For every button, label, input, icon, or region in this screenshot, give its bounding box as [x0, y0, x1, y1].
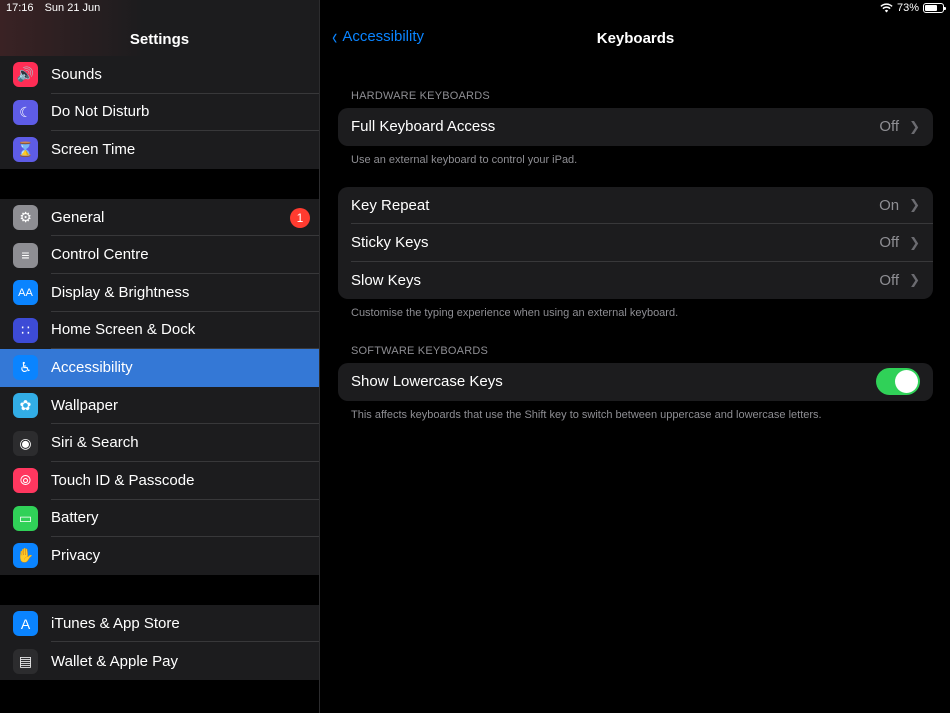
- battery-icon: [923, 3, 946, 13]
- status-date: Sun 21 Jun: [44, 2, 101, 14]
- notification-badge: 1: [290, 207, 310, 228]
- sidebar-item-label: Wallpaper: [51, 387, 319, 425]
- sidebar-item-label: Display & Brightness: [51, 274, 319, 312]
- chevron-right-icon: ❯: [909, 118, 920, 134]
- sidebar-item-label: Touch ID & Passcode: [51, 462, 319, 500]
- chevron-right-icon: ❯: [909, 197, 920, 213]
- hourglass-icon: ⌛: [13, 137, 38, 163]
- battery-percent: 73%: [896, 2, 919, 14]
- slow-keys-label: Slow Keys: [351, 271, 422, 289]
- sidebar-item-privacy[interactable]: ✋ Privacy: [0, 537, 319, 575]
- speaker-icon: 🔊: [13, 62, 38, 88]
- sidebar-item-itunes-and-app-store[interactable]: AiTunes & App Store: [0, 605, 319, 643]
- sidebar-item-label: Battery: [51, 500, 319, 538]
- sidebar-item-display-and-brightness[interactable]: AA Display & Brightness: [0, 274, 319, 312]
- sidebar-item-wallpaper[interactable]: ✿ Wallpaper: [0, 387, 319, 425]
- sidebar-item-label: Accessibility: [51, 359, 133, 377]
- sidebar-group: AiTunes & App Store ▤ Wallet & Apple Pay: [0, 604, 319, 680]
- sticky-keys-label: Sticky Keys: [351, 234, 429, 252]
- status-time: 17:16: [6, 2, 34, 14]
- sidebar-item-battery[interactable]: ▭ Battery: [0, 500, 319, 538]
- software-keyboards-header: SOFTWARE KEYBOARDS: [351, 345, 489, 357]
- group-separator: [0, 168, 319, 199]
- grid-icon: ∷: [13, 317, 38, 343]
- show-lowercase-keys-label: Show Lowercase Keys: [351, 373, 503, 391]
- toggle-knob: [895, 370, 918, 394]
- accessibility-icon: ♿: [13, 355, 38, 381]
- group-separator: [0, 574, 319, 605]
- software-keyboards-group: Show Lowercase Keys: [338, 363, 933, 401]
- hand-icon: ✋: [13, 543, 38, 569]
- app-store-icon: A: [13, 611, 38, 637]
- sidebar-item-label: General: [51, 199, 319, 237]
- sidebar-item-label: Sounds: [51, 56, 319, 94]
- wifi-icon: [880, 3, 893, 13]
- sidebar-item-siri-and-search[interactable]: ◉ Siri & Search: [0, 424, 319, 462]
- full-keyboard-access-value: Off: [879, 118, 900, 136]
- sidebar-item-label: Privacy: [51, 547, 101, 565]
- sidebar-item-label: Screen Time: [51, 141, 136, 159]
- sidebar-item-home-screen-and-dock[interactable]: ∷ Home Screen & Dock: [0, 312, 319, 350]
- sidebar-item-touch-id-and-passcode[interactable]: ⦾ Touch ID & Passcode: [0, 462, 319, 500]
- sidebar-item-label: Siri & Search: [51, 424, 319, 462]
- key-repeat-value: On: [879, 196, 900, 214]
- fingerprint-icon: ⦾: [13, 468, 38, 494]
- flower-icon: ✿: [13, 393, 38, 419]
- moon-icon: ☾: [13, 99, 38, 125]
- sidebar-item-label: Control Centre: [51, 236, 319, 274]
- typing-options-group: Key Repeat On ❯ Sticky Keys Off ❯ Slow K…: [338, 186, 933, 300]
- sticky-keys-row[interactable]: Sticky Keys Off ❯: [338, 224, 933, 262]
- sidebar-item-label: Wallet & Apple Pay: [51, 652, 179, 670]
- show-lowercase-keys-row: Show Lowercase Keys: [338, 363, 933, 401]
- full-keyboard-access-label: Full Keyboard Access: [351, 118, 496, 136]
- page-title: Keyboards: [596, 30, 675, 47]
- sidebar-item-accessibility[interactable]: ♿ Accessibility: [0, 349, 319, 387]
- sidebar-item-sounds[interactable]: 🔊 Sounds: [0, 56, 319, 94]
- slow-keys-value: Off: [879, 271, 900, 289]
- hardware-keyboards-header: HARDWARE KEYBOARDS: [351, 90, 490, 102]
- slow-keys-row[interactable]: Slow Keys Off ❯: [338, 262, 933, 300]
- gear-icon: ⚙: [13, 205, 38, 231]
- sidebar-groups: 🔊 Sounds ☾ Do Not Disturb ⌛ Screen Time ⚙ Gener…: [0, 56, 319, 680]
- settings-sidebar: Settings 🔊 Sounds ☾ Do Not Disturb ⌛ Screen T…: [0, 0, 320, 713]
- sidebar-item-wallet-and-apple-pay[interactable]: ▤ Wallet & Apple Pay: [0, 642, 319, 680]
- sidebar-item-control-centre[interactable]: ≡ Control Centre: [0, 236, 319, 274]
- sidebar-group: 🔊 Sounds ☾ Do Not Disturb ⌛ Screen Time: [0, 56, 319, 169]
- sidebar-group: ⚙ General 1 ≡ Control Centre AA Display & Brig…: [0, 198, 319, 575]
- full-keyboard-access-footer: Use an external keyboard to control your…: [351, 153, 578, 166]
- sidebar-item-screen-time[interactable]: ⌛ Screen Time: [0, 131, 319, 169]
- wallet-icon: ▤: [13, 648, 38, 674]
- status-bar-right: 73%: [880, 2, 946, 14]
- key-repeat-row[interactable]: Key Repeat On ❯: [338, 187, 933, 225]
- status-bar-left: 17:16 Sun 21 Jun: [6, 2, 108, 14]
- text-size-icon: AA: [13, 280, 38, 306]
- sidebar-item-label: iTunes & App Store: [51, 605, 319, 643]
- show-lowercase-keys-toggle[interactable]: [876, 368, 920, 396]
- sidebar-item-do-not-disturb[interactable]: ☾ Do Not Disturb: [0, 94, 319, 132]
- full-keyboard-access-row[interactable]: Full Keyboard Access Off ❯: [338, 108, 933, 146]
- sidebar-title: Settings: [129, 31, 190, 48]
- navigation-bar: ‹ Accessibility Keyboards: [321, 0, 950, 60]
- keyboards-pane: ‹ Accessibility Keyboards HARDWARE KEYBO…: [321, 0, 950, 713]
- sidebar-item-label: Do Not Disturb: [51, 94, 319, 132]
- battery-icon: ▭: [13, 505, 38, 531]
- siri-icon: ◉: [13, 430, 38, 456]
- sidebar-item-label: Home Screen & Dock: [51, 312, 319, 350]
- lowercase-footer: This affects keyboards that use the Shif…: [351, 408, 822, 421]
- sidebar-item-general[interactable]: ⚙ General 1: [0, 199, 319, 237]
- chevron-right-icon: ❯: [909, 234, 920, 250]
- sticky-keys-value: Off: [879, 234, 900, 252]
- hardware-keyboards-group: Full Keyboard Access Off ❯: [338, 108, 933, 146]
- chevron-right-icon: ❯: [909, 272, 920, 288]
- typing-footer: Customise the typing experience when usi…: [351, 307, 679, 319]
- key-repeat-label: Key Repeat: [351, 196, 430, 214]
- toggles-icon: ≡: [13, 242, 38, 268]
